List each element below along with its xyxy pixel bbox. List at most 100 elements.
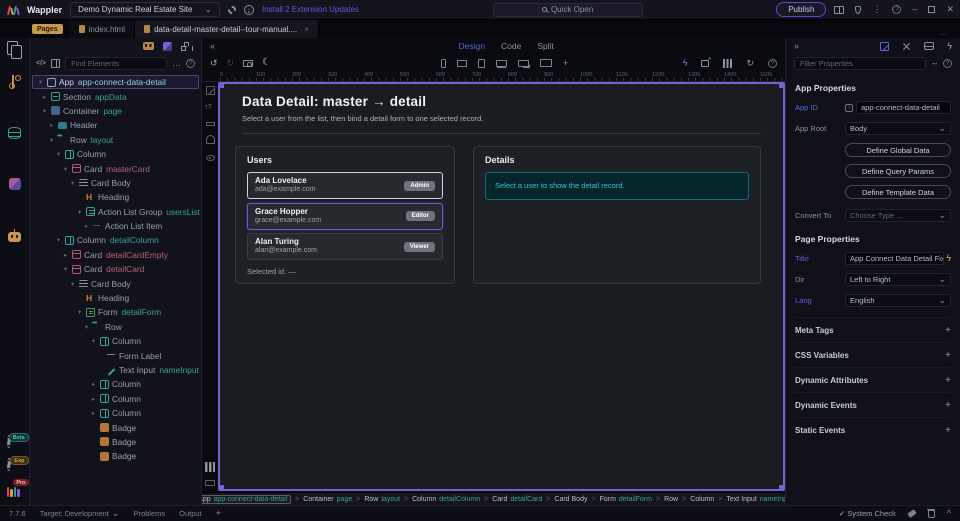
- define-template-data-button[interactable]: Define Template Data: [845, 185, 951, 199]
- expand-plus-icon[interactable]: +: [945, 400, 951, 411]
- tree-item-column[interactable]: ▾ Column: [30, 147, 201, 161]
- desktop-preview-icon[interactable]: [518, 59, 530, 67]
- undo-icon[interactable]: [210, 59, 218, 68]
- kebab-menu-icon[interactable]: [872, 5, 881, 14]
- help-icon[interactable]: ?: [892, 5, 902, 14]
- convert-to-select[interactable]: Choose Type ...: [845, 209, 951, 222]
- tree-help-icon[interactable]: ?: [186, 59, 195, 68]
- chevron-open-icon[interactable]: ▾: [69, 179, 76, 187]
- breadcrumb-item[interactable]: Card detailCard: [492, 496, 542, 503]
- breadcrumb-item[interactable]: Row layout: [364, 496, 400, 503]
- tree-item-heading[interactable]: Heading: [30, 190, 201, 204]
- app-id-input[interactable]: app-connect-data-detail: [856, 101, 951, 114]
- file-tab[interactable]: index.html: [69, 20, 136, 38]
- tree-item-header[interactable]: ▸ Header: [30, 118, 201, 132]
- breadcrumb-item[interactable]: Column detailColumn: [412, 496, 480, 503]
- publish-button[interactable]: Publish: [776, 2, 827, 17]
- tree-item-action-list-item[interactable]: ▸ Action List Item: [30, 219, 201, 233]
- settings-gear-icon[interactable]: [227, 5, 236, 14]
- chevron-closed-icon[interactable]: ▸: [90, 395, 97, 403]
- system-check-status[interactable]: System Check: [839, 509, 895, 518]
- fit-view-icon[interactable]: [563, 59, 568, 68]
- find-elements-input[interactable]: Find Elements: [65, 57, 167, 70]
- collapse-left-icon[interactable]: [210, 42, 215, 51]
- chevron-open-icon[interactable]: ▾: [55, 236, 62, 244]
- tree-item-card[interactable]: ▾ Card masterCard: [30, 161, 201, 175]
- section-css-variables[interactable]: CSS Variables +: [795, 342, 951, 367]
- design-palette-icon[interactable]: [8, 178, 21, 190]
- breadcrumb-item[interactable]: Form detailForm: [600, 496, 652, 503]
- collapse-right-icon[interactable]: [794, 42, 799, 51]
- tv-preview-icon[interactable]: [540, 59, 553, 67]
- tree-item-card-body[interactable]: ▾ Card Body: [30, 176, 201, 190]
- theme-icon[interactable]: [205, 135, 215, 144]
- chevron-open-icon[interactable]: ▾: [41, 107, 48, 115]
- tree-item-badge[interactable]: Badge: [30, 435, 201, 449]
- tree-item-badge[interactable]: Badge: [30, 420, 201, 434]
- breadcrumb-item[interactable]: Text InputnameInput: [726, 496, 785, 503]
- chevron-closed-icon[interactable]: ▸: [62, 251, 69, 259]
- section-dynamic-events[interactable]: Dynamic Events +: [795, 392, 951, 417]
- app-root-select[interactable]: Body: [845, 122, 951, 135]
- split-tree-icon[interactable]: [51, 59, 61, 68]
- properties-help-icon[interactable]: ?: [943, 59, 952, 68]
- problems-tab[interactable]: Problems: [133, 509, 165, 518]
- code-view-icon[interactable]: </>: [36, 60, 46, 67]
- view-tab-code[interactable]: Code: [501, 41, 521, 51]
- section-static-events[interactable]: Static Events +: [795, 417, 951, 442]
- grid-overlay-icon[interactable]: [205, 462, 215, 472]
- section-meta-tags[interactable]: Meta Tags +: [795, 317, 951, 342]
- tree-item-badge[interactable]: Badge: [30, 449, 201, 463]
- scissors-icon[interactable]: [902, 42, 911, 51]
- view-tab-split[interactable]: Split: [537, 41, 554, 51]
- ai-helper-icon[interactable]: [143, 42, 154, 50]
- chevron-open-icon[interactable]: ▾: [90, 337, 97, 345]
- selection-handle[interactable]: [220, 485, 224, 489]
- expand-plus-icon[interactable]: +: [945, 425, 951, 436]
- expand-plus-icon[interactable]: +: [945, 375, 951, 386]
- target-selector[interactable]: Target: Development: [40, 509, 120, 518]
- selection-handle[interactable]: [220, 84, 224, 88]
- tree-item-action-list-group[interactable]: ▾ Action List Group usersList: [30, 205, 201, 219]
- screenshot-camera-icon[interactable]: [243, 59, 254, 67]
- tablet-portrait-preview-icon[interactable]: [478, 58, 486, 68]
- filter-properties-input[interactable]: Filter Properties: [794, 57, 926, 70]
- tree-item-card[interactable]: ▾ Card detailCard: [30, 262, 201, 276]
- properties-edit-icon[interactable]: [880, 41, 890, 51]
- paint-roller-icon[interactable]: [205, 122, 215, 126]
- expand-plus-icon[interactable]: +: [945, 350, 951, 361]
- expand-plus-icon[interactable]: +: [945, 325, 951, 336]
- tree-item-form-label[interactable]: Form Label: [30, 348, 201, 362]
- clear-filter-icon[interactable]: [932, 59, 937, 68]
- phone-preview-icon[interactable]: [441, 58, 447, 68]
- tree-item-text-input[interactable]: Text Input nameInput: [30, 363, 201, 377]
- open-in-browser-icon[interactable]: [701, 56, 711, 67]
- chevron-open-icon[interactable]: ▾: [83, 323, 90, 331]
- user-list-item[interactable]: Grace Hopper grace@example.com Editor: [247, 202, 443, 230]
- redo-icon[interactable]: [227, 59, 235, 68]
- view-tab-design[interactable]: Design: [459, 41, 485, 51]
- minimize-icon[interactable]: [912, 5, 917, 14]
- tree-item-row[interactable]: ▾ Row: [30, 320, 201, 334]
- trash-icon[interactable]: [927, 508, 936, 518]
- chevron-closed-icon[interactable]: ▸: [41, 93, 48, 101]
- tree-item-heading[interactable]: Heading: [30, 291, 201, 305]
- layout-columns-icon[interactable]: [834, 5, 845, 14]
- chevron-open-icon[interactable]: ▾: [37, 78, 44, 86]
- define-query-params-button[interactable]: Define Query Params: [845, 164, 951, 178]
- chevron-closed-icon[interactable]: ▸: [90, 380, 97, 388]
- chevron-open-icon[interactable]: ▾: [48, 136, 55, 144]
- edit-mode-icon[interactable]: [205, 86, 215, 95]
- design-document[interactable]: Data Detail: master → detail Select a us…: [218, 82, 785, 491]
- typography-icon[interactable]: [205, 104, 215, 113]
- download-updates-icon[interactable]: [243, 4, 254, 15]
- events-lightning-icon[interactable]: [947, 42, 952, 51]
- clean-eraser-icon[interactable]: [907, 509, 917, 518]
- selection-handle[interactable]: [779, 84, 783, 88]
- tree-item-app[interactable]: ▾ App app-connect-data-detail: [32, 75, 199, 90]
- close-tab-icon[interactable]: ×: [304, 25, 309, 34]
- tablet-landscape-preview-icon[interactable]: [457, 59, 468, 67]
- wappler-pro-icon[interactable]: Pro: [6, 479, 29, 497]
- file-tab[interactable]: data-detail-master-detail--tour-manual..…: [135, 20, 319, 38]
- laptop-preview-icon[interactable]: [496, 59, 508, 67]
